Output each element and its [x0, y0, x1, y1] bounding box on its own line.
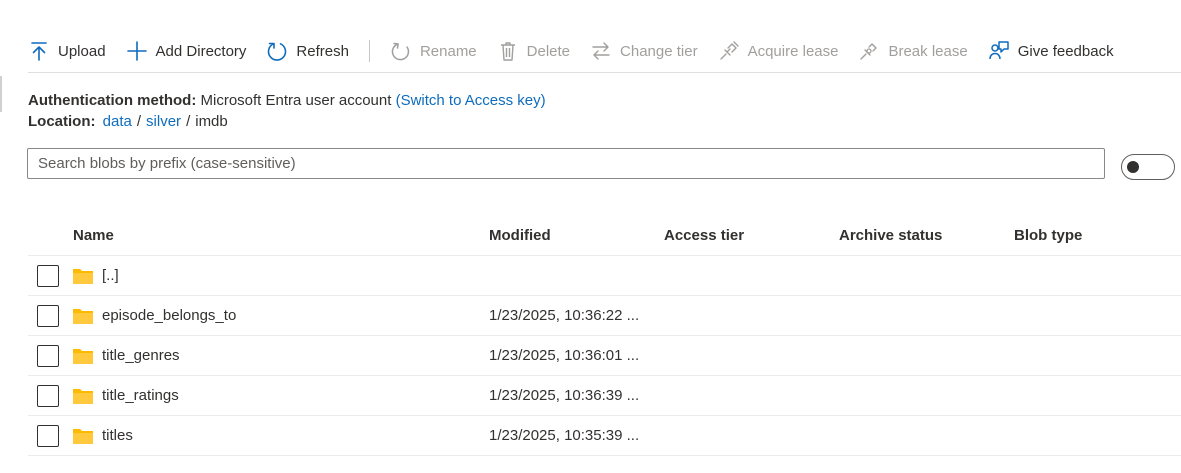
row-checkbox[interactable] — [37, 264, 59, 287]
auth-method-line: Authentication method: Microsoft Entra u… — [28, 90, 546, 111]
row-checkbox[interactable] — [37, 384, 59, 407]
row-select-cell — [28, 304, 72, 327]
change-tier-label: Change tier — [620, 42, 698, 60]
trash-icon — [500, 42, 515, 61]
toolbar-divider-line — [28, 72, 1181, 73]
name-cell: title_genres — [72, 347, 489, 365]
table-row[interactable]: title_genres 1/23/2025, 10:36:01 ... — [28, 336, 1181, 376]
rename-button[interactable]: Rename — [390, 30, 477, 72]
name-cell: episode_belongs_to — [72, 307, 489, 325]
modified-cell: 1/23/2025, 10:35:39 ... — [489, 427, 640, 444]
panel-edge — [0, 76, 2, 112]
breadcrumb-separator: / — [186, 113, 191, 130]
toolbar-divider — [368, 40, 370, 62]
plus-icon — [126, 41, 147, 61]
switch-access-key-link[interactable]: (Switch to Access key) — [396, 92, 546, 109]
breadcrumb-silver[interactable]: silver — [146, 113, 181, 130]
show-deleted-toggle[interactable] — [1121, 154, 1175, 180]
row-checkbox[interactable] — [37, 304, 59, 327]
table-row[interactable]: [..] — [28, 256, 1181, 296]
refresh-icon — [268, 42, 287, 61]
row-checkbox[interactable] — [37, 424, 59, 447]
break-lease-button[interactable]: Break lease — [858, 30, 968, 72]
blob-name[interactable]: title_ratings — [102, 387, 179, 404]
break-lease-icon — [860, 43, 878, 60]
breadcrumb-separator: / — [136, 113, 142, 130]
blob-name[interactable]: [..] — [102, 267, 119, 284]
acquire-lease-icon — [719, 41, 739, 60]
folder-icon — [73, 308, 93, 324]
acquire-lease-button[interactable]: Acquire lease — [718, 30, 839, 72]
breadcrumb-imdb: imdb — [195, 113, 228, 130]
folder-icon — [73, 348, 93, 364]
acquire-lease-label: Acquire lease — [747, 42, 839, 60]
change-tier-icon — [592, 42, 610, 60]
rename-icon — [391, 42, 410, 61]
folder-icon — [73, 388, 93, 404]
upload-label: Upload — [58, 42, 106, 60]
name-cell: title_ratings — [72, 387, 489, 405]
give-feedback-label: Give feedback — [1017, 42, 1114, 60]
row-select-cell — [28, 424, 72, 447]
row-checkbox[interactable] — [37, 344, 59, 367]
table-row[interactable]: titles 1/23/2025, 10:35:39 ... — [28, 416, 1181, 456]
breadcrumb-data[interactable]: data — [103, 113, 132, 130]
break-lease-label: Break lease — [888, 42, 968, 60]
column-header-name[interactable]: Name — [72, 227, 489, 244]
table-header: Name Modified Access tier Archive status… — [28, 216, 1181, 256]
table-row[interactable]: title_ratings 1/23/2025, 10:36:39 ... — [28, 376, 1181, 416]
folder-icon — [73, 268, 93, 284]
row-select-cell — [28, 384, 72, 407]
blob-name[interactable]: episode_belongs_to — [102, 307, 236, 324]
table-row[interactable]: episode_belongs_to 1/23/2025, 10:36:22 .… — [28, 296, 1181, 336]
modified-cell: 1/23/2025, 10:36:01 ... — [489, 347, 640, 364]
column-header-access-tier[interactable]: Access tier — [664, 227, 839, 244]
give-feedback-button[interactable]: Give feedback — [988, 30, 1114, 72]
search-placeholder: Search blobs by prefix (case-sensitive) — [38, 155, 296, 172]
row-select-cell — [28, 264, 72, 287]
modified-cell: 1/23/2025, 10:36:39 ... — [489, 387, 640, 404]
modified-cell: 1/23/2025, 10:36:22 ... — [489, 307, 640, 324]
add-directory-button[interactable]: Add Directory — [126, 30, 247, 72]
upload-button[interactable]: Upload — [28, 30, 106, 72]
command-bar: Upload Add Directory Refresh Rename Dele… — [28, 30, 1134, 72]
feedback-icon — [988, 41, 1009, 60]
add-directory-label: Add Directory — [155, 42, 247, 60]
folder-icon — [73, 428, 93, 444]
blob-name[interactable]: title_genres — [102, 347, 180, 364]
rename-label: Rename — [419, 42, 477, 60]
container-info: Authentication method: Microsoft Entra u… — [28, 90, 546, 132]
location-label: Location: — [28, 113, 96, 130]
toggle-knob — [1127, 161, 1139, 173]
upload-icon — [31, 42, 47, 61]
blob-name[interactable]: titles — [102, 427, 133, 444]
change-tier-button[interactable]: Change tier — [590, 30, 698, 72]
blob-table: Name Modified Access tier Archive status… — [28, 216, 1181, 456]
name-cell: titles — [72, 427, 489, 445]
column-header-blob-type[interactable]: Blob type — [1014, 227, 1164, 244]
refresh-label: Refresh — [296, 42, 349, 60]
search-blobs-input[interactable]: Search blobs by prefix (case-sensitive) — [27, 148, 1105, 179]
column-header-modified[interactable]: Modified — [489, 227, 664, 244]
refresh-button[interactable]: Refresh — [266, 30, 349, 72]
auth-method-label: Authentication method: — [28, 92, 197, 109]
delete-button[interactable]: Delete — [497, 30, 570, 72]
location-line: Location: data / silver / imdb — [28, 111, 546, 132]
name-cell: [..] — [72, 267, 489, 285]
delete-label: Delete — [526, 42, 571, 60]
row-select-cell — [28, 344, 72, 367]
auth-method-value: Microsoft Entra user account — [200, 92, 392, 109]
column-header-archive-status[interactable]: Archive status — [839, 227, 1014, 244]
